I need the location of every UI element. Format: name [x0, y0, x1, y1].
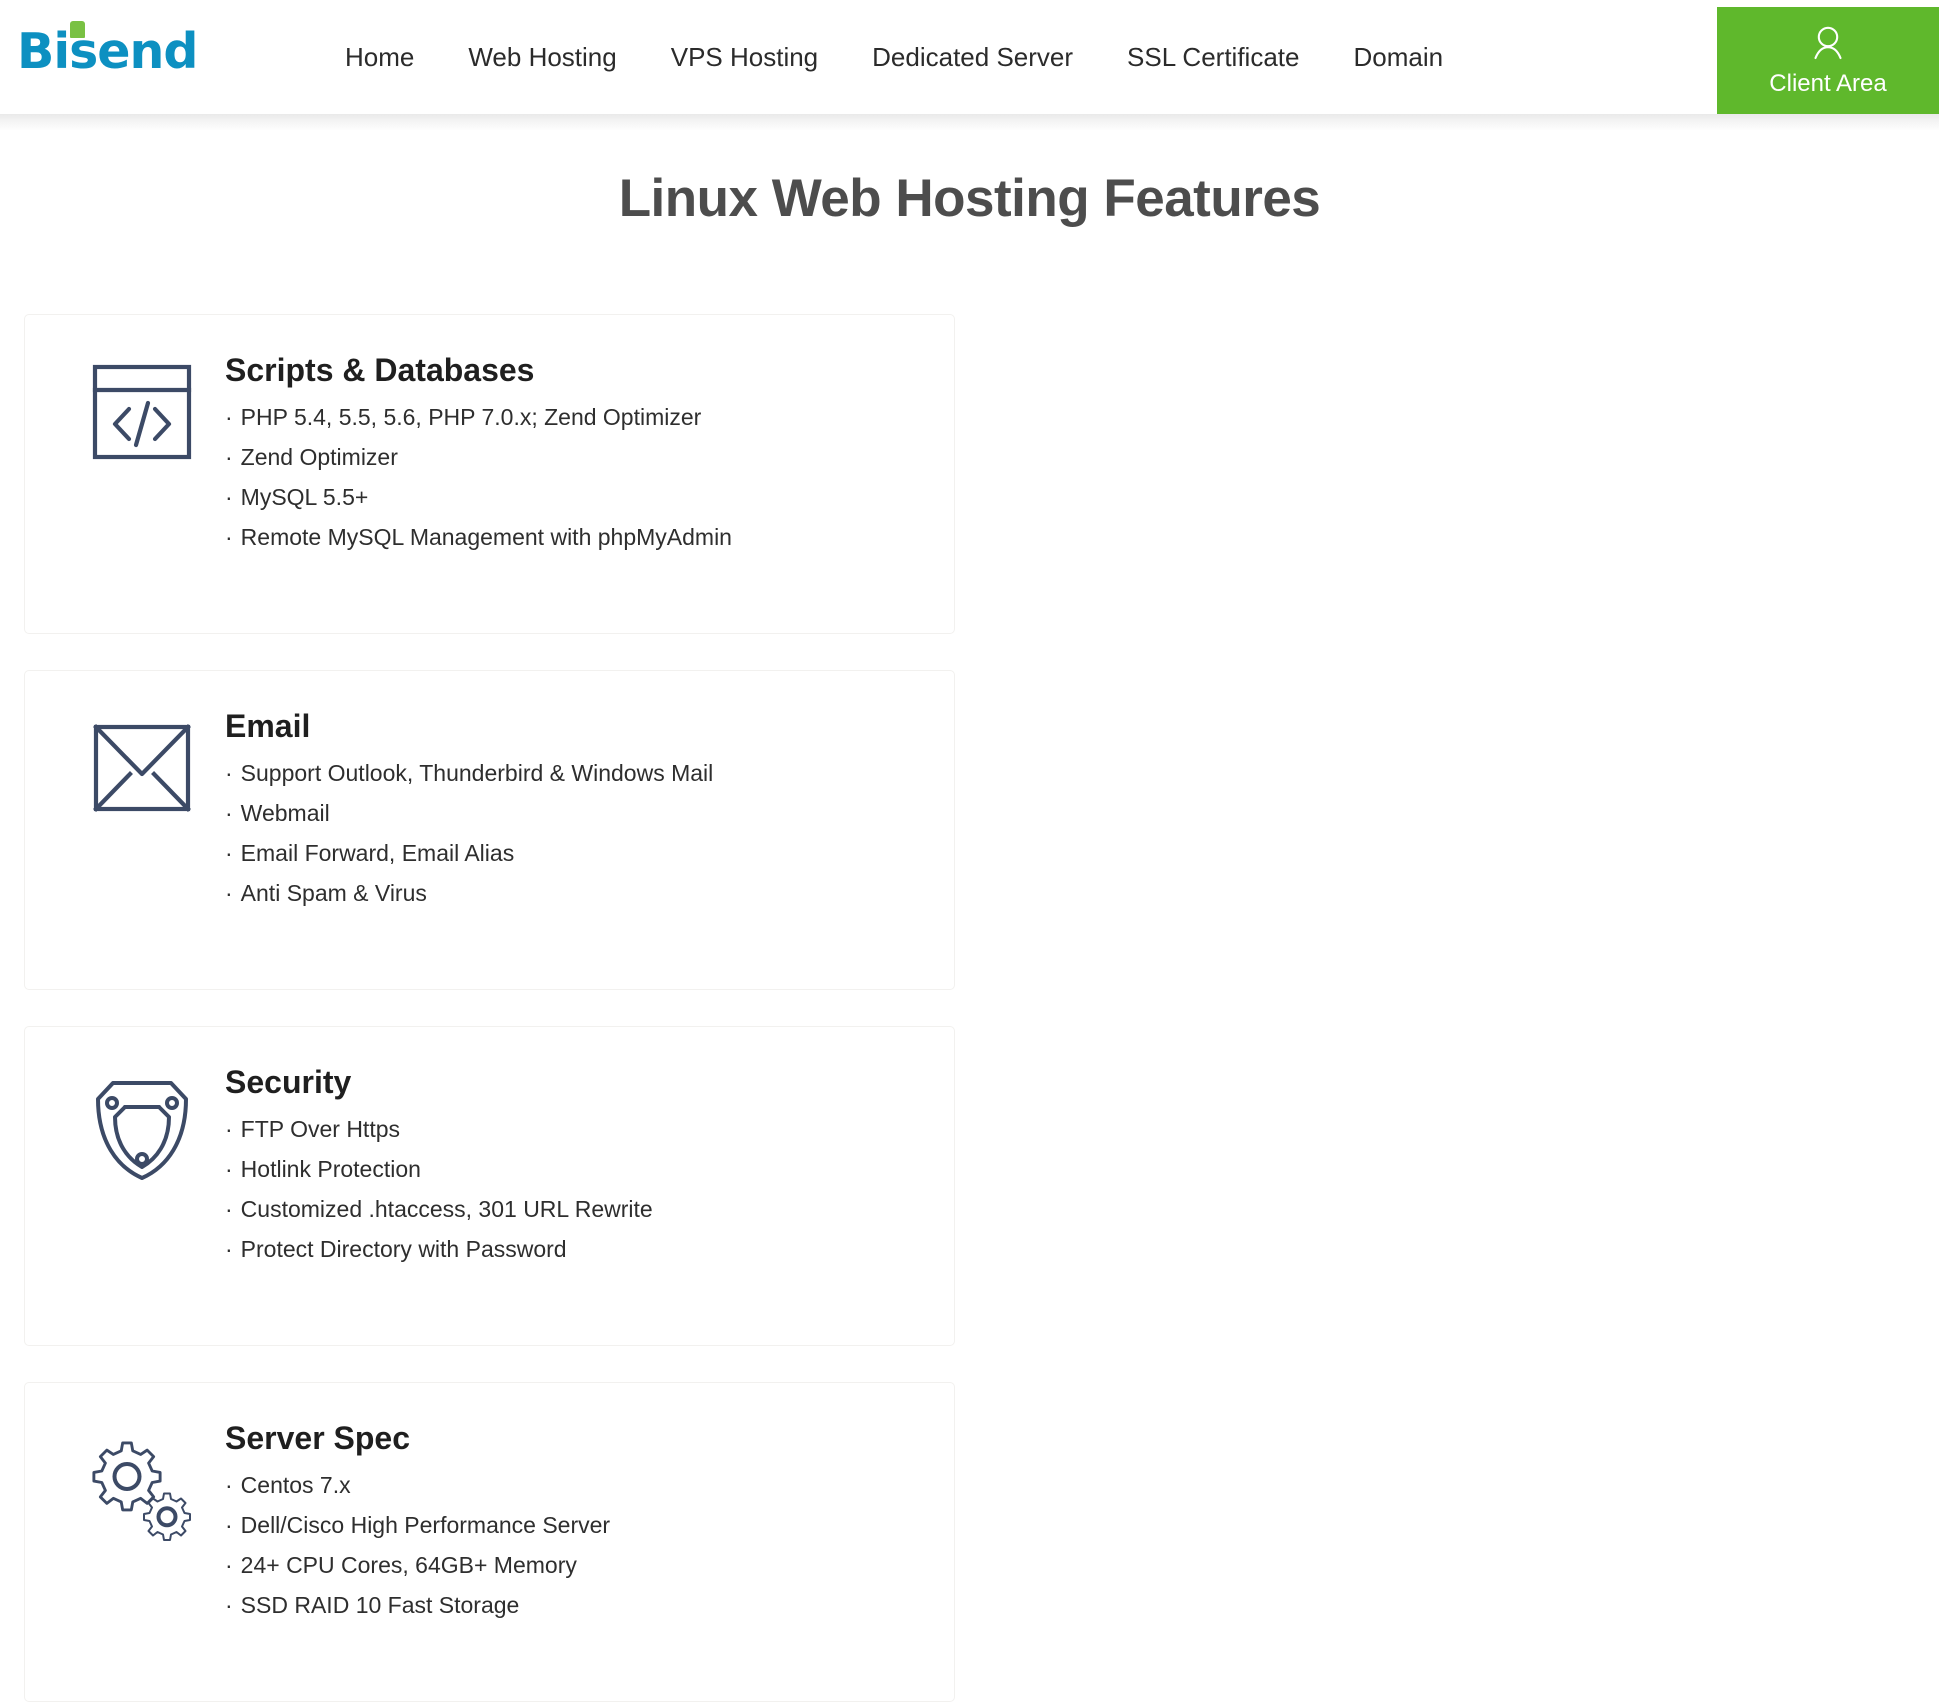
bullet-icon: ·: [225, 1156, 233, 1183]
nav-item-domain[interactable]: Domain: [1326, 44, 1470, 70]
list-item-label: Support Outlook, Thunderbird & Windows M…: [240, 760, 714, 787]
shield-icon: [67, 1065, 217, 1345]
card-title: Security: [225, 1064, 352, 1100]
nav-item-vps-hosting[interactable]: VPS Hosting: [644, 44, 845, 70]
client-area-button[interactable]: Client Area: [1717, 7, 1939, 114]
list-item: · Dell/Cisco High Performance Server: [225, 1514, 954, 1554]
nav-item-ssl-certificate[interactable]: SSL Certificate: [1100, 44, 1326, 70]
bullet-icon: ·: [225, 1116, 233, 1143]
list-item-label: Remote MySQL Management with phpMyAdmin: [240, 524, 732, 551]
page-title: Linux Web Hosting Features: [618, 169, 1321, 228]
bullet-icon: ·: [225, 800, 233, 827]
card-feature-list: · Support Outlook, Thunderbird & Windows …: [225, 762, 954, 922]
list-item: · Remote MySQL Management with phpMyAdmin: [225, 526, 954, 566]
card-title: Server Spec: [225, 1420, 411, 1456]
list-item-label: FTP Over Https: [240, 1116, 400, 1143]
list-item: · Zend Optimizer: [225, 446, 954, 486]
gears-icon: [67, 1421, 217, 1701]
list-item-label: Centos 7.x: [240, 1472, 351, 1499]
card-feature-list: · PHP 5.4, 5.5, 5.6, PHP 7.0.x; Zend Opti…: [225, 406, 954, 566]
list-item: · 24+ CPU Cores, 64GB+ Memory: [225, 1554, 954, 1594]
bullet-icon: ·: [225, 404, 233, 431]
logo-accent-dot: [70, 21, 85, 38]
code-window-icon: [67, 353, 217, 633]
feature-card-server-spec: Server Spec · Centos 7.x · Dell/Cisco High…: [24, 1382, 955, 1702]
list-item: · MySQL 5.5+: [225, 486, 954, 526]
list-item: · PHP 5.4, 5.5, 5.6, PHP 7.0.x; Zend Opti…: [225, 406, 954, 446]
list-item-label: Protect Directory with Password: [240, 1236, 567, 1263]
main-content: Linux Web Hosting Features Scripts & Dat…: [0, 130, 1939, 1702]
list-item: · Webmail: [225, 802, 954, 842]
feature-card-scripts-databases: Scripts & Databases · PHP 5.4, 5.5, 5.6, …: [24, 314, 955, 634]
logo-text: Bisend: [17, 22, 199, 80]
list-item-label: Anti Spam & Virus: [240, 880, 427, 907]
bullet-icon: ·: [225, 1236, 233, 1263]
list-item: · Email Forward, Email Alias: [225, 842, 954, 882]
list-item: · FTP Over Https: [225, 1118, 954, 1158]
bullet-icon: ·: [225, 840, 233, 867]
list-item-label: Dell/Cisco High Performance Server: [240, 1512, 611, 1539]
list-item-label: MySQL 5.5+: [240, 484, 369, 511]
main-navigation: Home Web Hosting VPS Hosting Dedicated S…: [318, 0, 1470, 114]
list-item: · SSD RAID 10 Fast Storage: [225, 1594, 954, 1634]
list-item-label: SSD RAID 10 Fast Storage: [240, 1592, 520, 1619]
nav-item-web-hosting[interactable]: Web Hosting: [441, 44, 643, 70]
bullet-icon: ·: [225, 1592, 233, 1619]
bullet-icon: ·: [225, 444, 233, 471]
bullet-icon: ·: [225, 1512, 233, 1539]
card-title: Email: [225, 708, 311, 744]
list-item-label: Zend Optimizer: [240, 444, 398, 471]
list-item-label: Customized .htaccess, 301 URL Rewrite: [240, 1196, 653, 1223]
bullet-icon: ·: [225, 1552, 233, 1579]
list-item: · Anti Spam & Virus: [225, 882, 954, 922]
header-shadow: [0, 114, 1939, 130]
list-item: · Hotlink Protection: [225, 1158, 954, 1198]
bullet-icon: ·: [225, 484, 233, 511]
list-item: · Centos 7.x: [225, 1474, 954, 1514]
list-item-label: Email Forward, Email Alias: [240, 840, 515, 867]
list-item-label: 24+ CPU Cores, 64GB+ Memory: [240, 1552, 577, 1579]
client-area-label: Client Area: [1769, 70, 1887, 97]
list-item: · Support Outlook, Thunderbird & Windows …: [225, 762, 954, 802]
card-body: Server Spec · Centos 7.x · Dell/Cisco High…: [217, 1420, 954, 1701]
user-icon: [1808, 25, 1848, 66]
bullet-icon: ·: [225, 1472, 233, 1499]
bullet-icon: ·: [225, 760, 233, 787]
envelope-icon: [67, 709, 217, 989]
site-header: Bisend Home Web Hosting VPS Hosting Dedi…: [0, 0, 1939, 114]
card-title: Scripts & Databases: [225, 352, 535, 388]
bullet-icon: ·: [225, 880, 233, 907]
list-item-label: PHP 5.4, 5.5, 5.6, PHP 7.0.x; Zend Optim…: [240, 404, 702, 431]
list-item: · Protect Directory with Password: [225, 1238, 954, 1278]
list-item-label: Hotlink Protection: [240, 1156, 421, 1183]
list-item: · Customized .htaccess, 301 URL Rewrite: [225, 1198, 954, 1238]
card-feature-list: · FTP Over Https · Hotlink Protection · Cus…: [225, 1118, 954, 1278]
bullet-icon: ·: [225, 524, 233, 551]
list-item-label: Webmail: [240, 800, 330, 827]
card-body: Scripts & Databases · PHP 5.4, 5.5, 5.6, …: [217, 352, 954, 633]
nav-item-dedicated-server[interactable]: Dedicated Server: [845, 44, 1100, 70]
feature-card-email: Email · Support Outlook, Thunderbird & Wi…: [24, 670, 955, 990]
feature-card-grid: Scripts & Databases · PHP 5.4, 5.5, 5.6, …: [24, 314, 1915, 1702]
nav-item-home[interactable]: Home: [318, 44, 441, 70]
bullet-icon: ·: [225, 1196, 233, 1223]
card-body: Email · Support Outlook, Thunderbird & Wi…: [217, 708, 954, 989]
card-feature-list: · Centos 7.x · Dell/Cisco High Performance…: [225, 1474, 954, 1634]
card-body: Security · FTP Over Https · Hotlink Protec…: [217, 1064, 954, 1345]
feature-card-security: Security · FTP Over Https · Hotlink Protec…: [24, 1026, 955, 1346]
site-logo[interactable]: Bisend: [17, 20, 247, 82]
